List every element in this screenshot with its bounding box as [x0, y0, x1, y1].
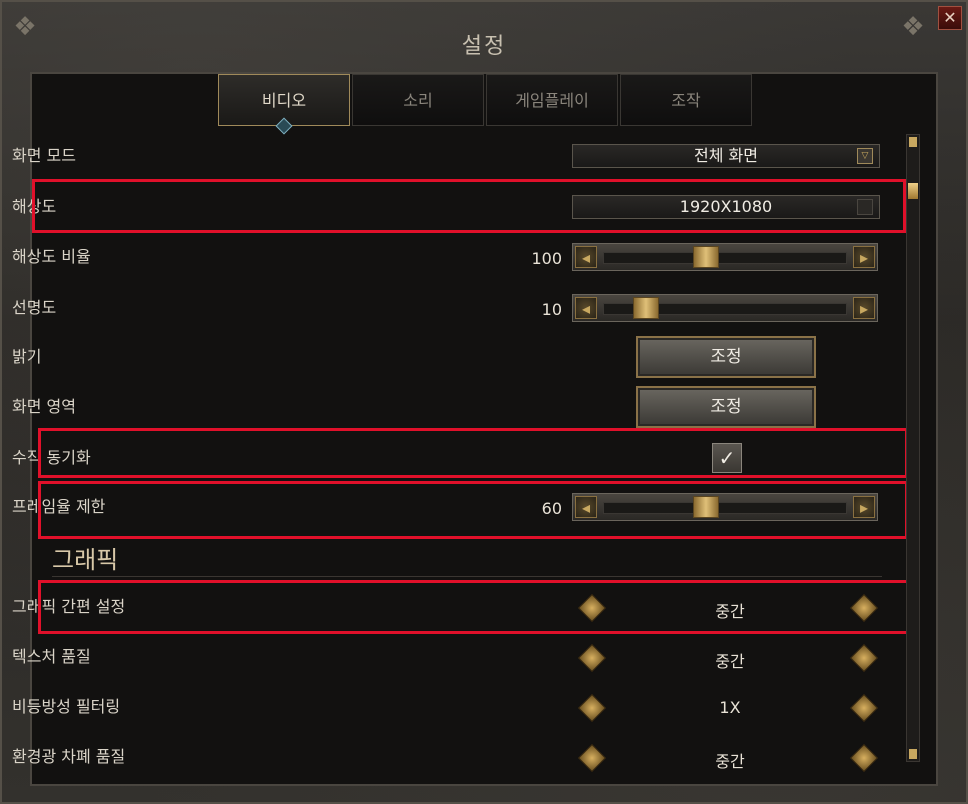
texture-quality-value: 중간 — [715, 652, 745, 671]
highlight-box-resolution — [32, 179, 906, 233]
chevron-down-icon: ▽ — [857, 148, 873, 164]
scrollbar[interactable] — [906, 134, 920, 762]
scroll-down-icon[interactable] — [909, 749, 917, 759]
screen-mode-label: 화면 모드 — [12, 146, 76, 165]
scroll-up-icon[interactable] — [909, 137, 917, 147]
sharpness-slider[interactable]: ◂ ▸ — [572, 294, 878, 322]
highlight-box-graphics-preset — [38, 580, 910, 634]
anisotropic-filtering-label: 비등방성 필터링 — [12, 697, 121, 716]
scroll-thumb[interactable] — [908, 183, 918, 199]
slider-thumb[interactable] — [633, 297, 659, 319]
resolution-scale-slider[interactable]: ◂ ▸ — [572, 243, 878, 271]
brightness-adjust-button[interactable]: 조정 — [636, 336, 816, 378]
window-title: 설정 — [461, 34, 507, 59]
section-divider — [52, 576, 882, 577]
texture-quality-label: 텍스처 품질 — [12, 647, 91, 666]
anisotropic-filtering-value: 1X — [719, 698, 741, 717]
resolution-scale-value: 100 — [531, 249, 562, 268]
highlight-box-vsync — [38, 428, 908, 478]
sharpness-label: 선명도 — [12, 298, 57, 317]
resolution-scale-label: 해상도 비율 — [12, 247, 91, 266]
tab-gameplay[interactable]: 게임플레이 — [486, 74, 618, 126]
ambient-occlusion-value: 중간 — [715, 752, 745, 771]
screen-mode-dropdown[interactable]: 전체 화면 ▽ — [572, 144, 880, 168]
decrease-arrow-icon[interactable]: ◂ — [575, 246, 597, 268]
decrease-arrow-icon[interactable]: ◂ — [575, 297, 597, 319]
brightness-label: 밝기 — [12, 347, 42, 366]
graphics-section-title: 그래픽 — [52, 546, 119, 574]
slider-track — [603, 252, 847, 264]
screen-mode-value: 전체 화면 — [694, 146, 758, 165]
tab-controls[interactable]: 조작 — [620, 74, 752, 126]
tab-sound[interactable]: 소리 — [352, 74, 484, 126]
increase-arrow-icon[interactable]: ▸ — [853, 246, 875, 268]
increase-arrow-icon[interactable]: ▸ — [853, 297, 875, 319]
screen-area-adjust-button[interactable]: 조정 — [636, 386, 816, 428]
screen-area-label: 화면 영역 — [12, 397, 76, 416]
ambient-occlusion-label: 환경광 차폐 품질 — [12, 747, 126, 766]
close-icon: ✕ — [943, 8, 957, 27]
close-button[interactable]: ✕ — [938, 6, 962, 30]
slider-thumb[interactable] — [693, 246, 719, 268]
highlight-box-frame-limit — [38, 481, 908, 539]
sharpness-value: 10 — [541, 300, 562, 319]
